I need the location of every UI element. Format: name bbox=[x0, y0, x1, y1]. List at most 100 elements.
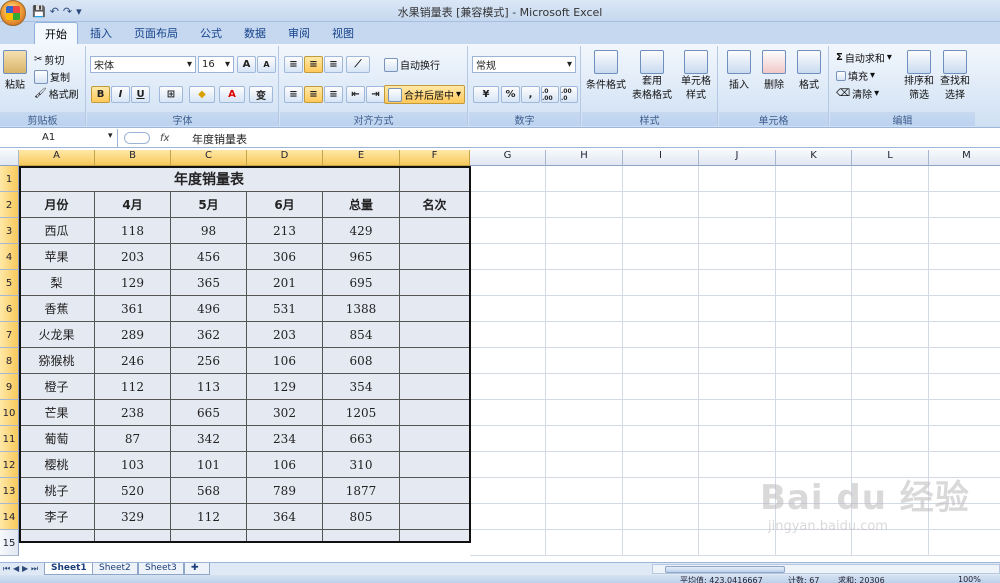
table-cell[interactable]: 805 bbox=[323, 504, 400, 530]
grid-cell[interactable] bbox=[776, 218, 852, 244]
grid-cell[interactable] bbox=[852, 166, 929, 192]
column-header[interactable]: A bbox=[19, 150, 95, 166]
column-header[interactable]: C bbox=[171, 150, 247, 166]
grid-cell[interactable] bbox=[776, 166, 852, 192]
table-cell[interactable]: 106 bbox=[247, 348, 323, 374]
font-color-button[interactable]: A bbox=[219, 86, 245, 103]
grid-cell[interactable] bbox=[852, 374, 929, 400]
grid-cell[interactable] bbox=[929, 192, 1000, 218]
grid-cell[interactable] bbox=[929, 374, 1000, 400]
delete-cells-button[interactable]: 删除 bbox=[758, 50, 790, 91]
accounting-format-button[interactable]: ¥ bbox=[473, 86, 499, 103]
table-cell[interactable] bbox=[400, 270, 470, 296]
insert-function-button[interactable]: fx bbox=[160, 133, 169, 144]
grid-cell[interactable] bbox=[699, 322, 776, 348]
table-cell[interactable]: 238 bbox=[95, 400, 171, 426]
table-cell[interactable]: 789 bbox=[247, 478, 323, 504]
table-cell[interactable] bbox=[323, 530, 400, 543]
grid-cell[interactable] bbox=[929, 244, 1000, 270]
italic-button[interactable]: I bbox=[111, 86, 130, 103]
table-cell[interactable]: 203 bbox=[247, 322, 323, 348]
table-header-cell[interactable]: 总量 bbox=[323, 192, 400, 218]
table-cell[interactable]: 猕猴桃 bbox=[19, 348, 95, 374]
column-header[interactable]: M bbox=[929, 150, 1000, 166]
grid-cell[interactable] bbox=[546, 374, 623, 400]
table-cell[interactable]: 129 bbox=[95, 270, 171, 296]
table-cell[interactable]: 113 bbox=[171, 374, 247, 400]
table-cell[interactable] bbox=[400, 348, 470, 374]
table-cell[interactable] bbox=[400, 244, 470, 270]
cell-styles-button[interactable]: 单元格 样式 bbox=[676, 50, 716, 102]
table-cell[interactable]: 129 bbox=[247, 374, 323, 400]
row-header[interactable]: 8 bbox=[0, 348, 19, 374]
table-cell[interactable]: 531 bbox=[247, 296, 323, 322]
grid-cell[interactable] bbox=[623, 244, 699, 270]
row-header[interactable]: 10 bbox=[0, 400, 19, 426]
grid-cell[interactable] bbox=[470, 244, 546, 270]
conditional-format-button[interactable]: 条件格式 bbox=[586, 50, 626, 91]
table-cell[interactable]: 289 bbox=[95, 322, 171, 348]
table-cell[interactable]: 98 bbox=[171, 218, 247, 244]
grid-cell[interactable] bbox=[546, 348, 623, 374]
grid-cell[interactable] bbox=[546, 426, 623, 452]
comma-button[interactable]: , bbox=[521, 86, 540, 103]
grid-cell[interactable] bbox=[699, 218, 776, 244]
prev-sheet-icon[interactable]: ◀ bbox=[13, 564, 19, 573]
row-header[interactable]: 5 bbox=[0, 270, 19, 296]
table-header-cell[interactable]: 5月 bbox=[171, 192, 247, 218]
bold-button[interactable]: B bbox=[91, 86, 110, 103]
sort-filter-button[interactable]: 排序和 筛选 bbox=[902, 50, 936, 102]
row-header[interactable]: 4 bbox=[0, 244, 19, 270]
table-cell[interactable] bbox=[400, 296, 470, 322]
tab-insert[interactable]: 插入 bbox=[80, 22, 122, 44]
table-header-cell[interactable]: 名次 bbox=[400, 192, 470, 218]
grid-cell[interactable] bbox=[929, 348, 1000, 374]
table-cell[interactable]: 103 bbox=[95, 452, 171, 478]
table-cell[interactable] bbox=[400, 218, 470, 244]
grid-cell[interactable] bbox=[852, 270, 929, 296]
table-cell[interactable]: 芒果 bbox=[19, 400, 95, 426]
percent-button[interactable]: % bbox=[501, 86, 520, 103]
table-cell[interactable]: 112 bbox=[95, 374, 171, 400]
format-as-table-button[interactable]: 套用 表格格式 bbox=[630, 50, 674, 102]
grid-cell[interactable] bbox=[546, 400, 623, 426]
grid-cell[interactable] bbox=[699, 244, 776, 270]
row-header[interactable]: 2 bbox=[0, 192, 19, 218]
wrap-text-button[interactable]: 自动换行 bbox=[384, 57, 440, 72]
table-cell[interactable]: 364 bbox=[247, 504, 323, 530]
tab-review[interactable]: 审阅 bbox=[278, 22, 320, 44]
grid-cell[interactable] bbox=[546, 478, 623, 504]
grid-cell[interactable] bbox=[699, 426, 776, 452]
grid-cell[interactable] bbox=[929, 426, 1000, 452]
grid-cell[interactable] bbox=[623, 322, 699, 348]
select-all-corner[interactable] bbox=[0, 150, 19, 166]
grid-cell[interactable] bbox=[470, 426, 546, 452]
grid-cell[interactable] bbox=[699, 348, 776, 374]
table-cell[interactable]: 568 bbox=[171, 478, 247, 504]
table-cell[interactable]: 101 bbox=[171, 452, 247, 478]
table-cell[interactable]: 234 bbox=[247, 426, 323, 452]
align-middle-button[interactable]: ≡ bbox=[304, 56, 323, 73]
table-cell[interactable]: 橙子 bbox=[19, 374, 95, 400]
table-cell[interactable]: 361 bbox=[95, 296, 171, 322]
align-right-button[interactable]: ≡ bbox=[324, 86, 343, 103]
grid-cell[interactable] bbox=[852, 218, 929, 244]
grid-cell[interactable] bbox=[852, 192, 929, 218]
grid-cell[interactable] bbox=[546, 504, 623, 530]
row-header[interactable]: 6 bbox=[0, 296, 19, 322]
insert-sheet-button[interactable]: ✚ bbox=[184, 563, 210, 575]
tab-data[interactable]: 数据 bbox=[234, 22, 276, 44]
last-sheet-icon[interactable]: ⏭ bbox=[31, 564, 38, 574]
grid-cell[interactable] bbox=[929, 400, 1000, 426]
grid-cell[interactable] bbox=[623, 374, 699, 400]
row-header[interactable]: 13 bbox=[0, 478, 19, 504]
office-button[interactable] bbox=[0, 0, 26, 26]
table-cell[interactable] bbox=[95, 530, 171, 543]
format-painter-button[interactable]: 🖌 格式刷 bbox=[34, 86, 79, 101]
column-header[interactable]: D bbox=[247, 150, 323, 166]
row-header[interactable]: 11 bbox=[0, 426, 19, 452]
phonetic-button[interactable]: 变 bbox=[249, 86, 273, 103]
grid-cell[interactable] bbox=[470, 296, 546, 322]
name-box[interactable]: A1 bbox=[0, 129, 118, 147]
table-cell[interactable] bbox=[171, 530, 247, 543]
